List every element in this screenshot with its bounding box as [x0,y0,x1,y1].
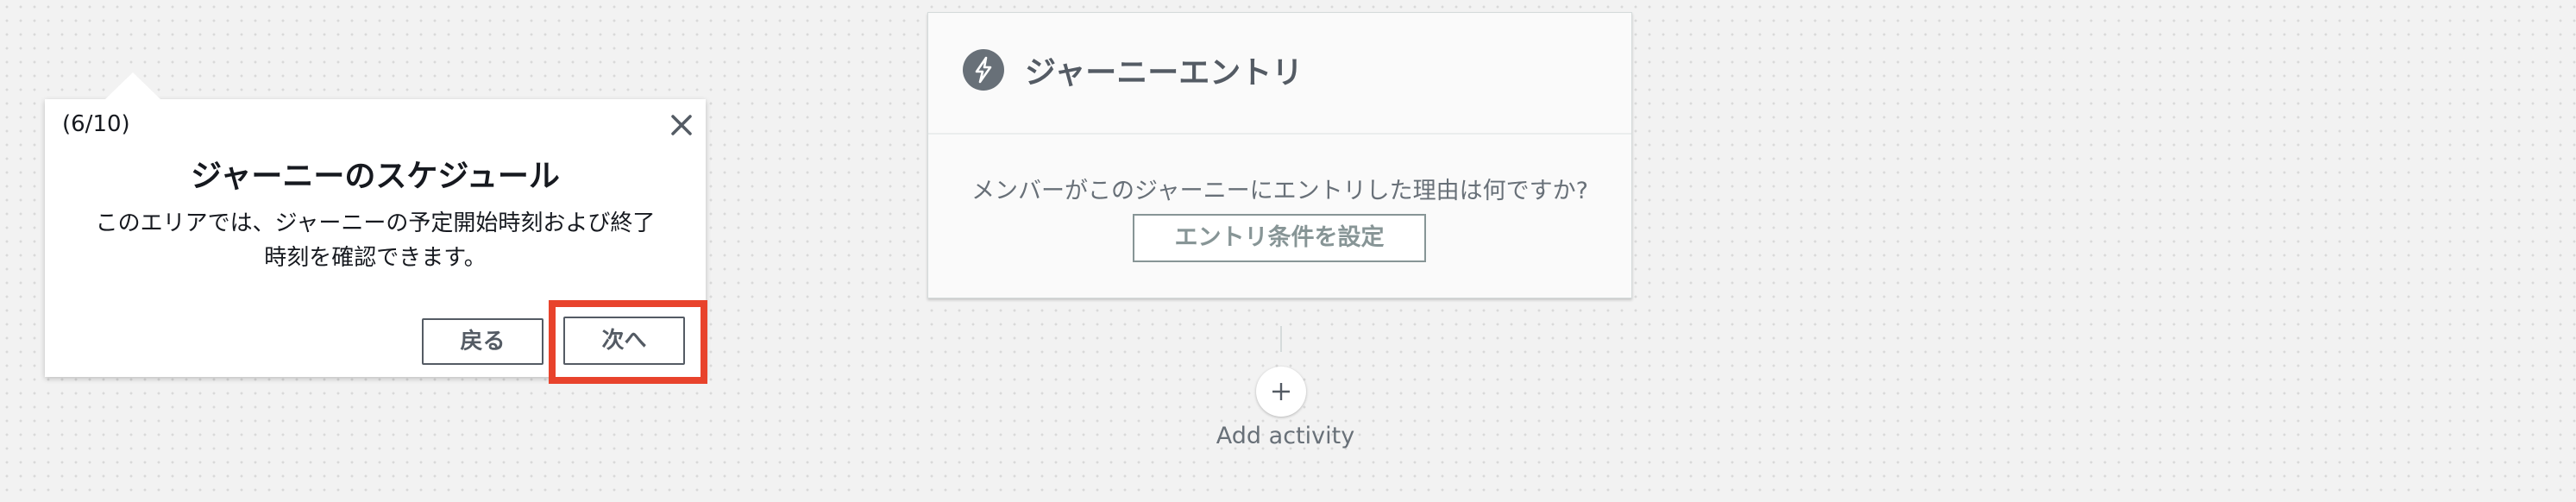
tour-description-line-2: 時刻を確認できます。 [264,245,487,271]
add-activity-button[interactable] [1256,367,1306,417]
tour-description-line-1: このエリアでは、ジャーニーの予定開始時刻および終了 [95,210,656,236]
close-icon[interactable] [664,108,699,142]
journey-entry-question: メンバーがこのジャーニーにエントリした理由は何ですか? [971,178,1588,204]
next-button[interactable]: 次へ [563,317,685,365]
back-button[interactable]: 戻る [422,318,543,365]
plus-icon [1272,383,1290,400]
tour-step-indicator: (6/10) [62,111,130,137]
journey-connector-line [1280,326,1282,352]
lightning-bolt-icon [963,49,1004,91]
journey-entry-header: ジャーニーエントリ [928,13,1631,135]
journey-entry-card: ジャーニーエントリ メンバーがこのジャーニーにエントリした理由は何ですか? エン… [927,12,1632,298]
tour-popover: (6/10) ジャーニーのスケジュール このエリアでは、ジャーニーの予定開始時刻… [45,72,706,377]
journey-entry-title: ジャーニーエントリ [1025,55,1304,91]
tour-title: ジャーニーのスケジュール [191,159,560,194]
set-entry-condition-button[interactable]: エントリ条件を設定 [1133,214,1426,262]
add-activity-label[interactable]: Add activity [1199,423,1372,449]
popover-arrow [105,72,160,99]
tour-description: このエリアでは、ジャーニーの予定開始時刻および終了 時刻を確認できます。 [71,206,680,275]
